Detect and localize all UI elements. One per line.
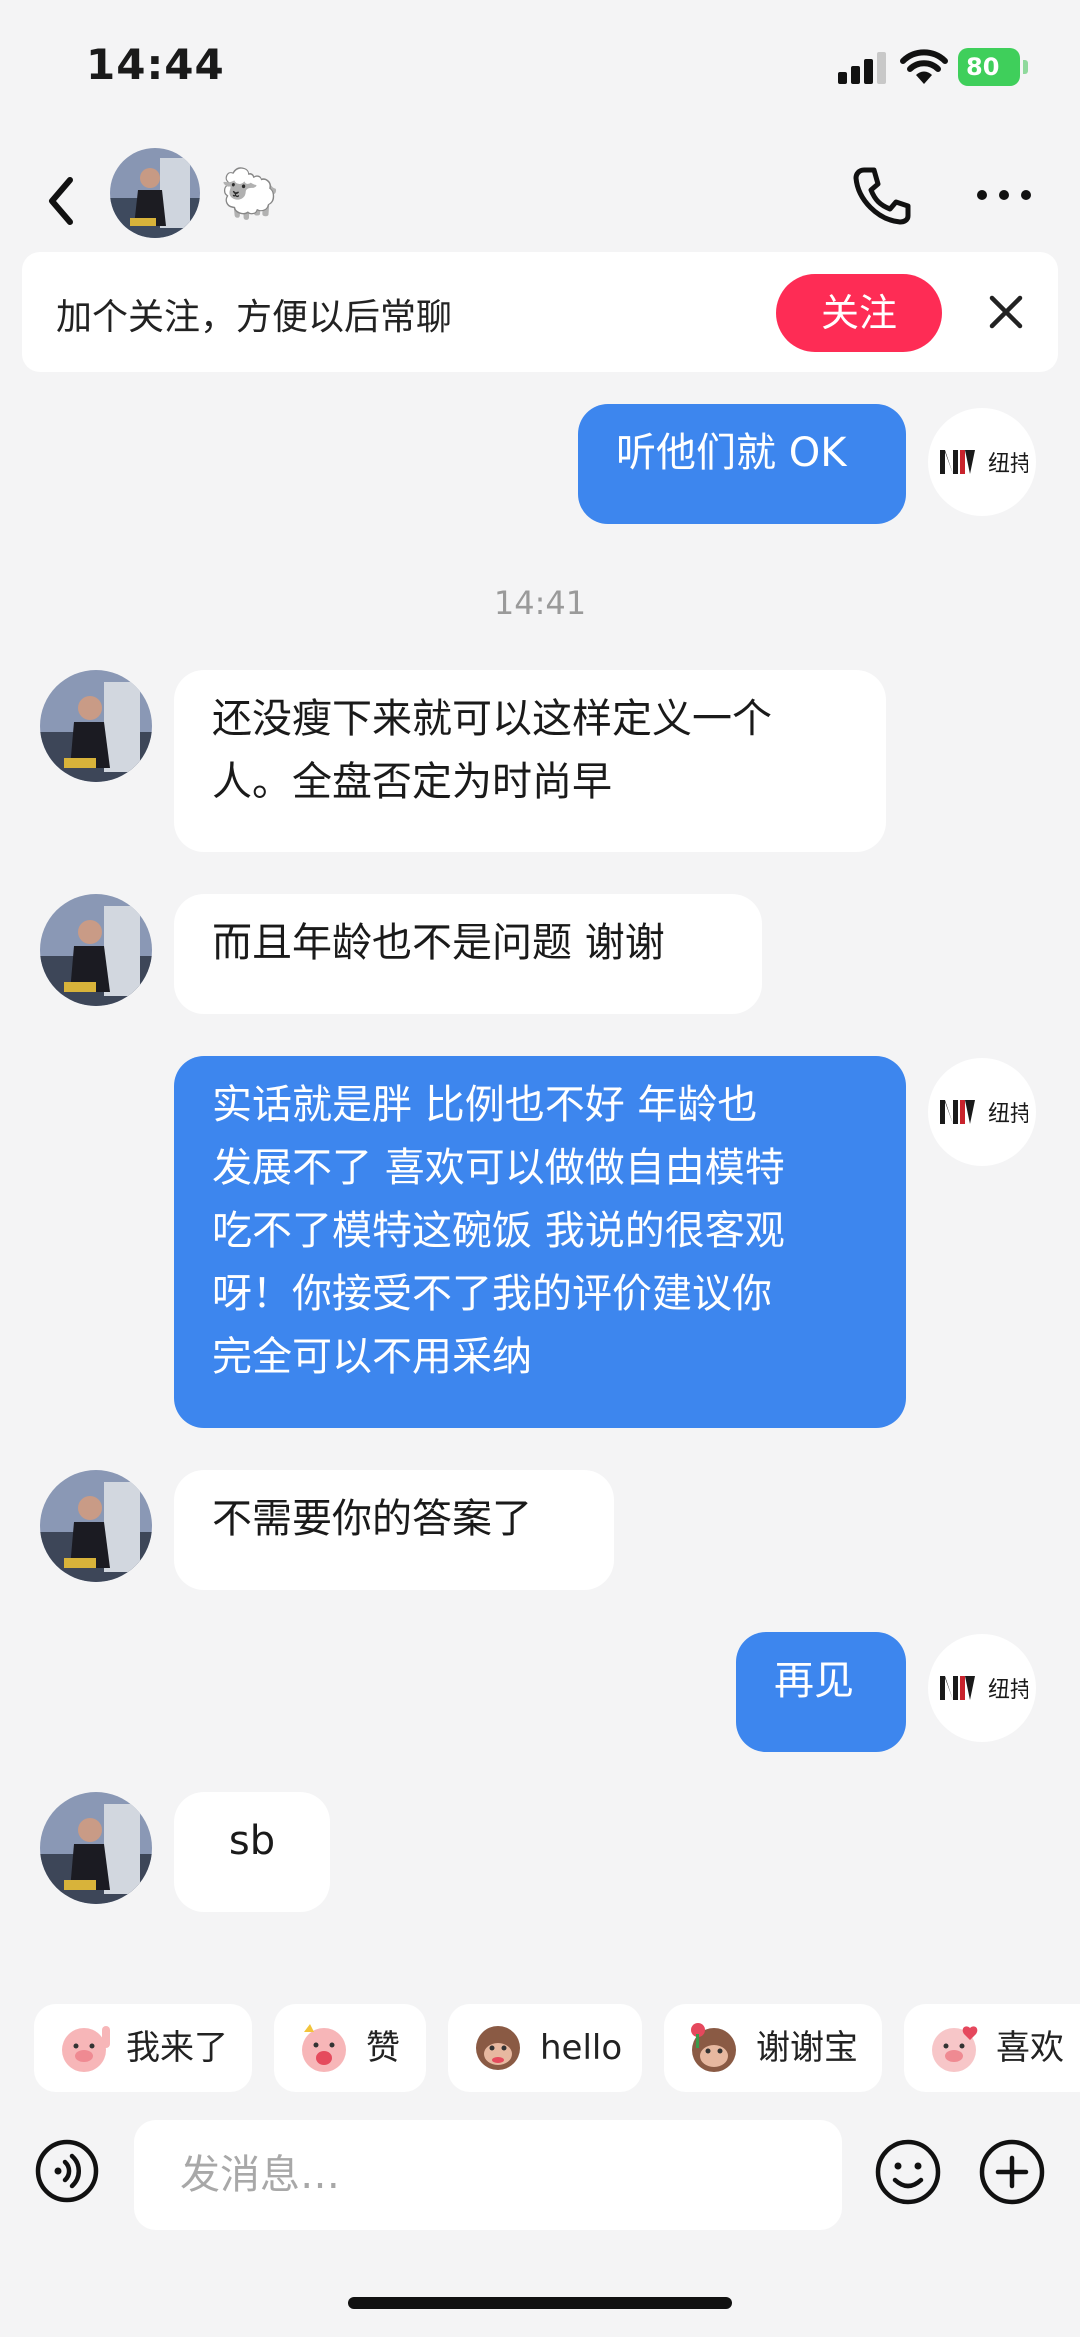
monkey-hello-icon — [476, 2026, 520, 2070]
brand-logo-text: 纽持 — [988, 452, 1028, 477]
quick-reply-label: hello — [540, 2028, 623, 2068]
pig-wave-icon — [62, 2026, 110, 2072]
contact-avatar[interactable] — [110, 148, 200, 238]
brand-logo-icon: 纽持 — [940, 450, 1028, 477]
message-bubble-outgoing[interactable]: 再见 — [736, 1632, 906, 1752]
contact-avatar[interactable] — [40, 1470, 152, 1582]
cellular-signal-icon — [838, 50, 888, 84]
quick-reply-chip[interactable]: 我来了 — [34, 2004, 252, 2092]
contact-name: 🐑 — [220, 166, 280, 222]
voice-input-icon[interactable] — [34, 2138, 100, 2204]
battery-icon: 80 — [958, 48, 1028, 86]
emoji-icon[interactable] — [874, 2138, 942, 2206]
quick-reply-label: 喜欢 — [996, 2028, 1064, 2068]
timestamp: 14:41 — [493, 584, 587, 622]
quick-reply-bar: 我来了 赞 hello 谢谢宝 喜欢 — [0, 1970, 1080, 2100]
pig-heart-icon — [932, 2026, 978, 2072]
brand-logo-text: 纽持 — [988, 1102, 1028, 1127]
phone-call-icon[interactable] — [846, 160, 916, 230]
message-bubble-incoming[interactable]: sb — [174, 1792, 330, 1912]
self-avatar[interactable]: 纽持 — [928, 1634, 1036, 1742]
back-button[interactable] — [36, 166, 88, 236]
quick-reply-label: 赞 — [366, 2028, 400, 2068]
quick-reply-chip[interactable]: 喜欢 — [904, 2004, 1080, 2092]
message-bubble-outgoing[interactable]: 听他们就 OK — [578, 404, 906, 524]
message-bubble-incoming[interactable]: 还没瘦下来就可以这样定义一个 人。全盘否定为时尚早 — [174, 670, 886, 852]
contact-avatar[interactable] — [40, 670, 152, 782]
home-indicator — [348, 2297, 732, 2309]
contact-avatar[interactable] — [40, 1792, 152, 1904]
follow-suggestion-text: 加个关注，方便以后常聊 — [56, 297, 453, 338]
message-input[interactable] — [134, 2120, 842, 2230]
follow-button[interactable]: 关注 — [776, 274, 942, 352]
battery-level: 80 — [966, 53, 1000, 81]
quick-reply-label: 谢谢宝 — [756, 2028, 858, 2068]
brand-logo-text: 纽持 — [988, 1678, 1028, 1703]
message-bubble-incoming[interactable]: 不需要你的答案了 — [174, 1470, 614, 1590]
close-icon[interactable] — [984, 290, 1028, 334]
chat-screen: 14:44 80 🐑 加个关注，方便以后常聊 关注 听他们就 OK 纽持 14:… — [0, 0, 1080, 2337]
status-time: 14:44 — [86, 40, 225, 89]
quick-reply-chip[interactable]: hello — [448, 2004, 642, 2092]
self-avatar[interactable]: 纽持 — [928, 1058, 1036, 1166]
status-bar: 14:44 80 — [0, 0, 1080, 130]
self-avatar[interactable]: 纽持 — [928, 408, 1036, 516]
follow-suggestion-bar: 加个关注，方便以后常聊 关注 — [22, 252, 1058, 372]
message-bubble-outgoing[interactable]: 实话就是胖 比例也不好 年龄也 发展不了 喜欢可以做做自由模特 吃不了模特这碗饭… — [174, 1056, 906, 1428]
message-input-area — [0, 2100, 1080, 2337]
add-more-icon[interactable] — [978, 2138, 1046, 2206]
brand-logo-icon: 纽持 — [940, 1676, 1028, 1703]
monkey-flower-icon — [691, 2023, 736, 2072]
quick-reply-label: 我来了 — [126, 2028, 228, 2068]
message-bubble-incoming[interactable]: 而且年龄也不是问题 谢谢 — [174, 894, 762, 1014]
chat-header: 🐑 — [0, 140, 1080, 260]
quick-reply-chip[interactable]: 赞 — [274, 2004, 426, 2092]
pig-thumb-icon — [302, 2024, 346, 2072]
wifi-icon — [900, 49, 948, 84]
contact-avatar[interactable] — [40, 894, 152, 1006]
quick-reply-chip[interactable]: 谢谢宝 — [664, 2004, 882, 2092]
brand-logo-icon: 纽持 — [940, 1100, 1028, 1127]
more-options-icon[interactable] — [972, 160, 1036, 230]
